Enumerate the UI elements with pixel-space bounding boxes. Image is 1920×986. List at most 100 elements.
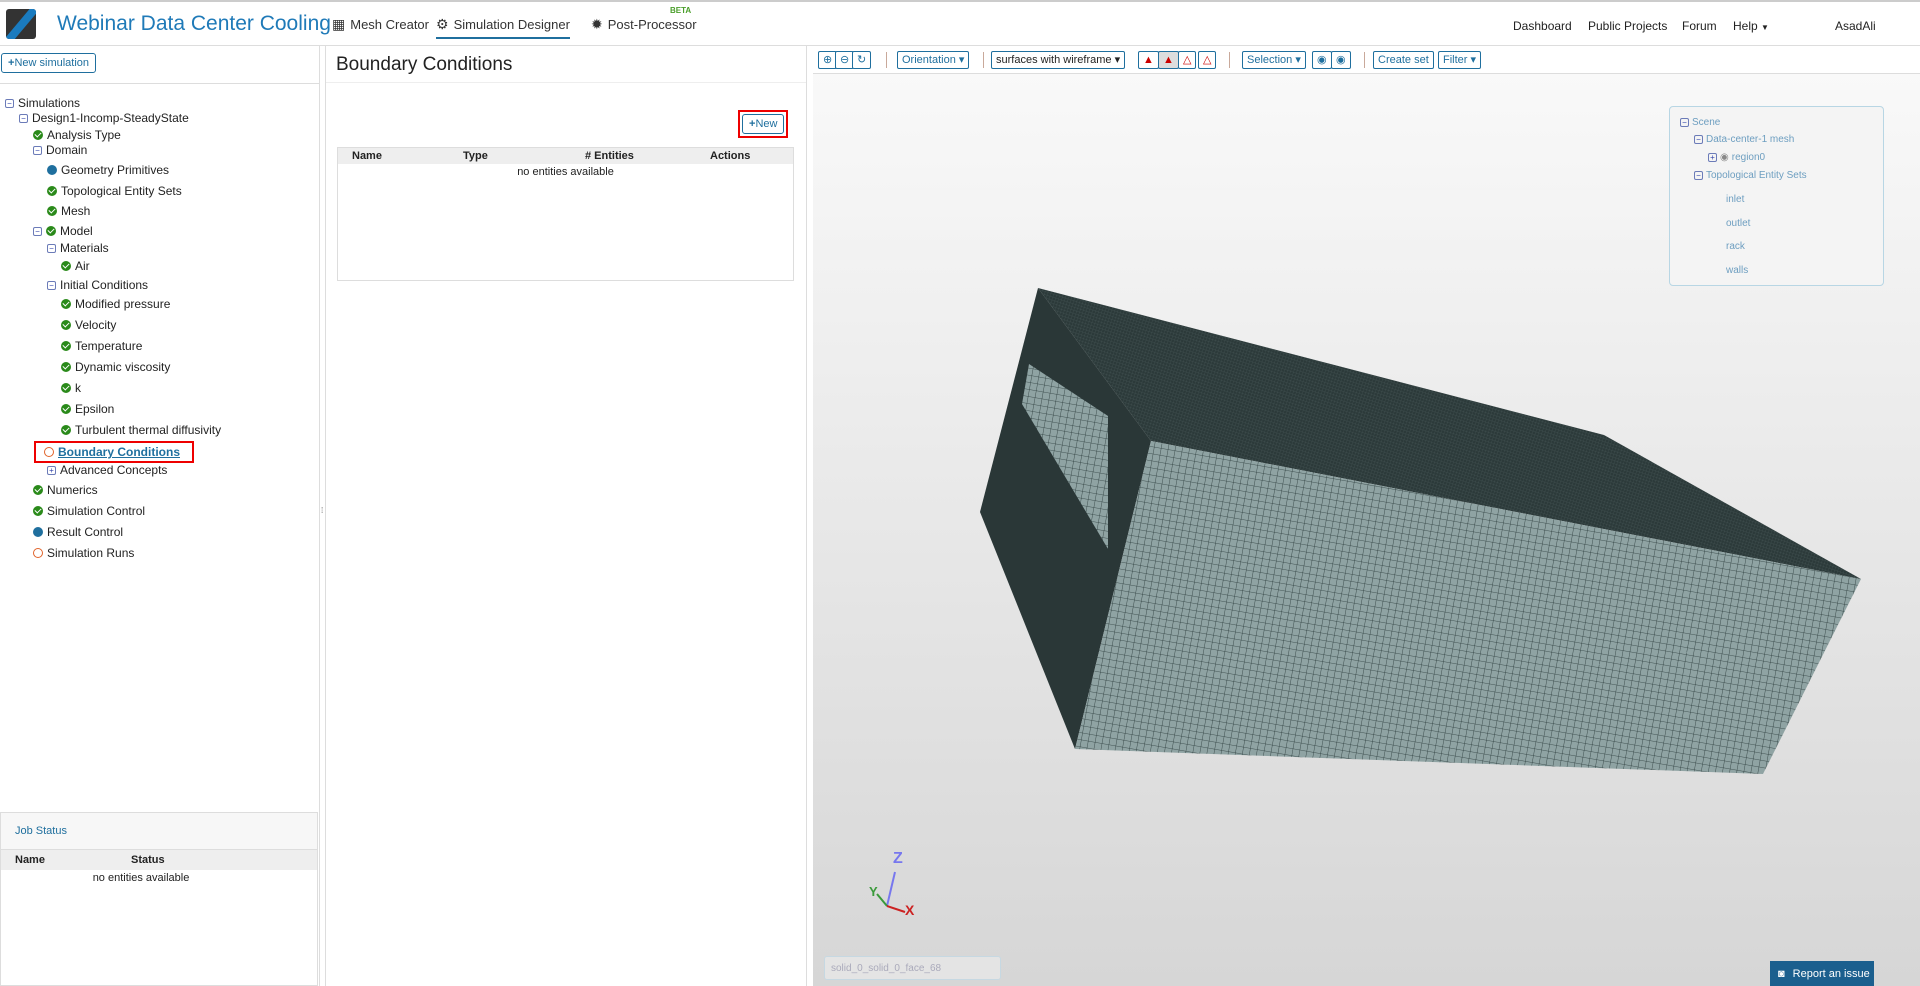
col-name: Name: [15, 854, 45, 866]
tree-item[interactable]: Numerics: [33, 483, 98, 497]
mesh-label: Data-center-1 mesh: [1706, 134, 1795, 145]
mesh-triangle-icon: ▲: [1163, 54, 1174, 66]
filter-dropdown[interactable]: Filter ▾: [1438, 51, 1482, 69]
selection-dropdown[interactable]: Selection ▾: [1242, 51, 1306, 69]
surfaces-mode-button[interactable]: ▲: [1138, 51, 1159, 69]
viewer-toolbar: ⊕ ⊖ ↻ Orientation ▾ surfaces with wirefr…: [813, 46, 1920, 74]
scene-set-item[interactable]: rack: [1726, 241, 1745, 252]
tree-item-label: Simulation Runs: [47, 546, 135, 560]
orientation-dropdown[interactable]: Orientation ▾: [897, 51, 970, 69]
col-type: Type: [463, 150, 488, 162]
tree-item[interactable]: Mesh: [47, 204, 90, 218]
x-axis-label: X: [905, 902, 915, 918]
gears-icon: ⚙: [436, 16, 449, 32]
tree-item[interactable]: Simulation Control: [33, 504, 145, 518]
tree-item[interactable]: Temperature: [61, 339, 142, 353]
col-actions: Actions: [710, 150, 751, 162]
tree-item[interactable]: k: [61, 381, 81, 395]
nav-public-projects[interactable]: Public Projects: [1588, 19, 1667, 33]
selection-label: Selection: [1247, 54, 1293, 66]
tree-item[interactable]: Dynamic viscosity: [61, 360, 170, 374]
chat-icon: ◙: [1778, 967, 1785, 980]
nav-simulation-designer[interactable]: ⚙ Simulation Designer: [436, 16, 570, 39]
tree-item-label: Epsilon: [75, 402, 115, 416]
tree-item[interactable]: − Materials: [47, 241, 109, 255]
tree-item[interactable]: Analysis Type: [33, 128, 121, 142]
tree-item[interactable]: − Model: [33, 224, 93, 238]
user-menu[interactable]: AsadAli: [1835, 19, 1876, 33]
surfaces-wireframe-button[interactable]: ▲: [1158, 51, 1179, 69]
new-boundary-condition-button[interactable]: +New: [742, 114, 785, 134]
expand-icon: +: [47, 465, 56, 475]
check-circle-icon: [46, 226, 56, 236]
scene-region[interactable]: + ◉ region0: [1708, 152, 1765, 163]
col-status: Status: [131, 854, 165, 866]
project-title[interactable]: Webinar Data Center Cooling: [57, 12, 331, 36]
axis-triad: Z Y X: [865, 850, 955, 918]
show-button[interactable]: ◉: [1331, 51, 1351, 69]
region-label: region0: [1731, 152, 1766, 163]
nav-dashboard[interactable]: Dashboard: [1513, 19, 1572, 33]
tree-item[interactable]: Simulation Runs: [33, 546, 134, 560]
tree-item-label: Analysis Type: [47, 128, 121, 142]
top-navbar: Webinar Data Center Cooling ▦ Mesh Creato…: [0, 0, 1920, 46]
nav-forum[interactable]: Forum: [1682, 19, 1717, 33]
collapse-icon: −: [19, 113, 28, 123]
tree-item[interactable]: Air: [61, 259, 90, 273]
nav-post-processor[interactable]: ✹ Post-Processor: [591, 16, 697, 33]
tree-item[interactable]: Topological Entity Sets: [47, 184, 182, 198]
wire-triangle-icon: △: [1183, 54, 1192, 66]
collapse-icon: −: [33, 226, 42, 236]
tree-item-label: Materials: [60, 241, 109, 255]
tree-item[interactable]: Modified pressure: [61, 297, 170, 311]
hide-button[interactable]: ◉: [1312, 51, 1332, 69]
scene-set-item[interactable]: walls: [1726, 265, 1748, 276]
render-mode-select[interactable]: surfaces with wireframe ▾: [991, 51, 1126, 69]
tree-item[interactable]: + Advanced Concepts: [47, 463, 167, 477]
selection-field[interactable]: solid_0_solid_0_face_68: [824, 956, 1001, 980]
splitter-handle[interactable]: ⁞: [321, 506, 323, 515]
wireframe-button[interactable]: △: [1178, 51, 1197, 69]
nav-mesh-creator[interactable]: ▦ Mesh Creator: [332, 16, 429, 33]
table-header: Name Type # Entities Actions: [338, 148, 793, 164]
tree-item[interactable]: − Design1-Incomp-SteadyState: [19, 111, 189, 125]
report-issue-button[interactable]: ◙ Report an issue: [1770, 961, 1874, 986]
orientation-label: Orientation: [902, 54, 956, 66]
tree-item[interactable]: Geometry Primitives: [47, 163, 169, 177]
tree-item[interactable]: Turbulent thermal diffusivity: [61, 423, 221, 437]
info-dot-icon: [47, 165, 57, 175]
check-circle-icon: [61, 425, 71, 435]
new-simulation-button[interactable]: +New simulation: [1, 53, 97, 73]
tree-item-label: Boundary Conditions: [58, 445, 180, 459]
collapse-icon: −: [1694, 135, 1703, 144]
create-set-button[interactable]: Create set: [1373, 51, 1434, 69]
scene-root[interactable]: − Scene: [1680, 117, 1720, 128]
tree-item[interactable]: Boundary Conditions: [34, 441, 194, 463]
app-logo[interactable]: [6, 9, 36, 39]
nav-help[interactable]: Help ▼: [1733, 19, 1769, 33]
points-button[interactable]: △: [1198, 51, 1217, 69]
scene-set-item[interactable]: outlet: [1726, 218, 1750, 229]
separator: [1364, 52, 1365, 68]
scene-mesh[interactable]: − Data-center-1 mesh: [1694, 134, 1794, 145]
divider: [0, 83, 320, 84]
tree-item[interactable]: − Initial Conditions: [47, 278, 148, 292]
new-button-highlight: +New: [738, 110, 789, 138]
tree-item[interactable]: Epsilon: [61, 402, 114, 416]
tree-item-label: Modified pressure: [75, 297, 171, 311]
points-triangle-icon: △: [1203, 54, 1212, 66]
tree-item[interactable]: − Domain: [33, 143, 87, 157]
tree-item[interactable]: Result Control: [33, 525, 123, 539]
scene-set-item[interactable]: inlet: [1726, 194, 1744, 205]
info-dot-icon: [33, 527, 43, 537]
eye-icon[interactable]: ◉: [1720, 152, 1729, 163]
col-name: Name: [352, 150, 382, 162]
eye-icon: ◉: [1336, 54, 1346, 66]
scene-entity-sets[interactable]: − Topological Entity Sets: [1694, 170, 1807, 181]
tree-item-label: Advanced Concepts: [60, 463, 168, 477]
tree-item[interactable]: − Simulations: [5, 96, 80, 110]
reset-view-button[interactable]: ↻: [852, 51, 872, 69]
tree-item[interactable]: Velocity: [61, 318, 116, 332]
tree-item-label: Dynamic viscosity: [75, 360, 171, 374]
solid-triangle-icon: ▲: [1143, 54, 1154, 66]
